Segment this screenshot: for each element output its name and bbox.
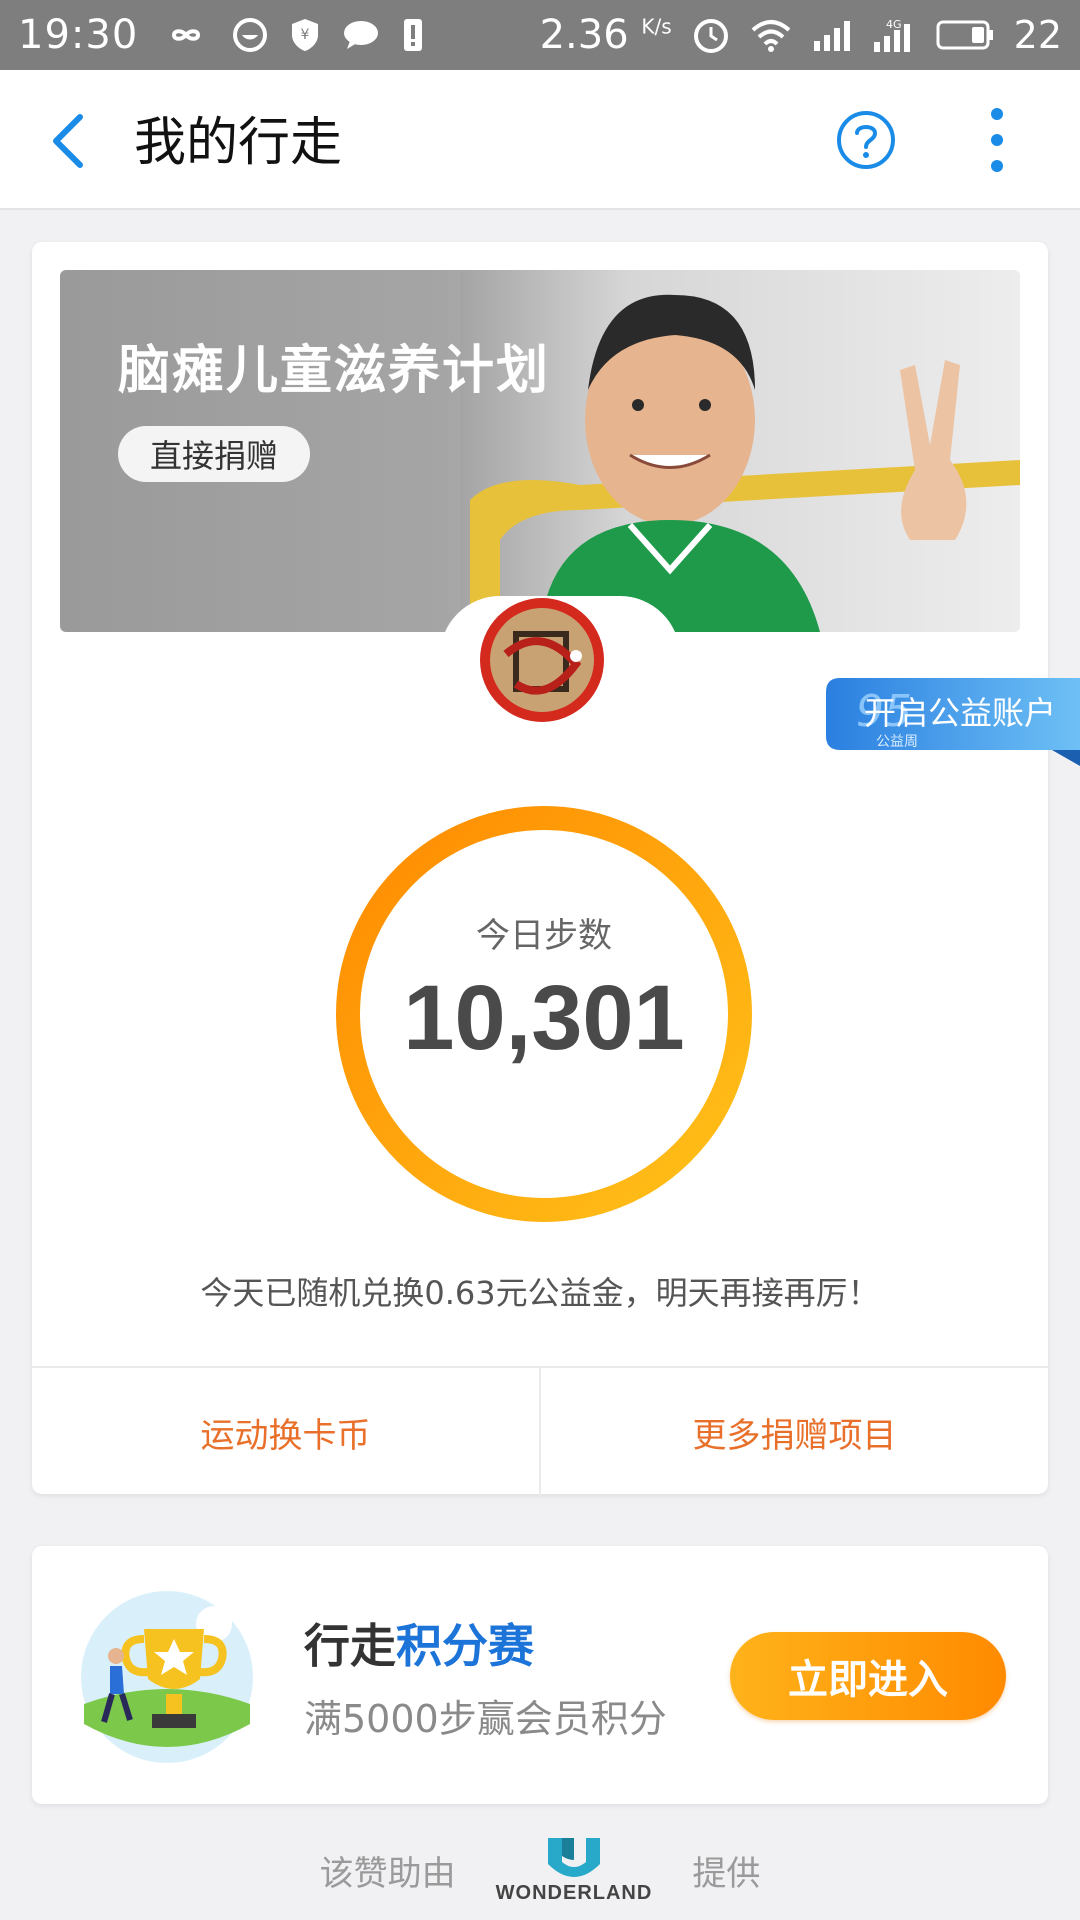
wonderland-logo: WONDERLAND (496, 1836, 653, 1905)
child-photo (460, 270, 1020, 632)
wonderland-logo-icon (548, 1837, 600, 1877)
contest-subtitle: 满5000步赢会员积分 (304, 1697, 667, 1741)
back-button[interactable] (38, 106, 98, 176)
contest-title: 行走积分赛 (304, 1610, 534, 1676)
contest-title-accent: 积分赛 (396, 1619, 534, 1673)
battery-level: 22 (1013, 13, 1062, 57)
direct-donate-button[interactable]: 直接捐赠 (118, 426, 311, 482)
svg-text:公益周: 公益周 (876, 734, 918, 750)
svg-text:¥: ¥ (301, 27, 310, 43)
phone-alert-icon (404, 19, 423, 51)
battery-icon (936, 20, 993, 50)
steps-count: 10,301 (403, 967, 685, 1069)
svg-text:4G: 4G (886, 18, 902, 31)
chat-icon (344, 21, 379, 49)
steps-label: 今日步数 (476, 916, 612, 956)
exchange-message: 今天已随机兑换0.63元公益金，明天再接再厉！ (200, 1274, 880, 1312)
wonderland-brand: WONDERLAND (495, 1881, 653, 1904)
status-bar: 19:30 ¥ 2.36 K/s 4G 22 (0, 0, 1080, 70)
walking-contest-card[interactable]: 行走积分赛 满5000步赢会员积分 立即进入 (32, 1546, 1048, 1804)
svg-text:开启公益账户: 开启公益账户 (864, 694, 1056, 732)
more-menu-button[interactable] (970, 108, 1024, 172)
open-charity-account-tag[interactable]: 95 公益周 开启公益账户 (826, 678, 1080, 766)
status-time: 19:30 (18, 12, 139, 58)
app-bar: 我的行走 (0, 70, 1080, 210)
chevron-left-icon (53, 114, 83, 168)
sponsor-footer: 该赞助由 WONDERLAND 提供 (0, 1820, 1080, 1920)
status-left-icons: ¥ (162, 17, 424, 53)
project-banner[interactable]: 脑瘫儿童滋养计划 直接捐赠 (60, 270, 1020, 632)
walking-card: 脑瘫儿童滋养计划 直接捐赠 今日步数 10,301 今天已随机兑换0.63元公益… (32, 242, 1048, 1496)
sponsor-prefix: 该赞助由 (319, 1853, 456, 1894)
status-right: 2.36 K/s 4G 22 (540, 12, 1062, 58)
shield-icon: ¥ (292, 19, 319, 51)
more-donations-button[interactable]: 更多捐赠项目 (539, 1368, 1048, 1496)
enter-now-button[interactable]: 立即进入 (730, 1632, 1006, 1720)
trophy-runner-illustration (81, 1591, 253, 1763)
page-title: 我的行走 (134, 113, 343, 173)
project-title: 脑瘫儿童滋养计划 (118, 341, 551, 401)
face-icon (233, 18, 268, 52)
question-circle-icon (837, 111, 895, 169)
infinity-icon (172, 29, 201, 41)
charity-logo-icon[interactable] (476, 594, 608, 726)
more-dot (991, 134, 1003, 146)
alarm-icon (693, 19, 728, 53)
signal-icon (813, 21, 850, 51)
signal-4g-icon: 4G (873, 18, 910, 52)
more-dot (991, 160, 1003, 172)
more-dots-icon (991, 108, 1003, 120)
wifi-icon (751, 20, 790, 52)
sponsor-suffix: 提供 (692, 1853, 761, 1894)
help-button[interactable] (836, 110, 896, 170)
network-speed: 2.36 K/s (539, 12, 672, 58)
contest-title-prefix: 行走 (304, 1619, 396, 1673)
card-actions: 运动换卡币 更多捐赠项目 (32, 1366, 1048, 1496)
exchange-coins-button[interactable]: 运动换卡币 (32, 1368, 539, 1496)
